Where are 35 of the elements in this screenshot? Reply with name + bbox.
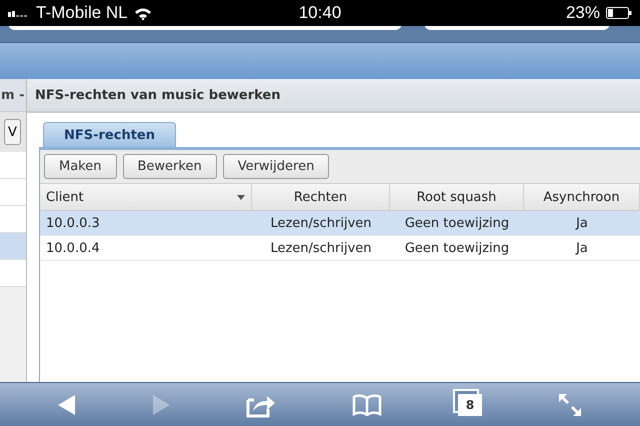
table-cell-text: Lezen/schrijven xyxy=(269,216,373,230)
table-cell-text: Geen toewijzing xyxy=(404,240,510,256)
column-header[interactable]: Root squash xyxy=(390,184,524,210)
table-row[interactable]: 10.0.0.3 Lezen/schrijven Geen toewijzing Ja xyxy=(40,211,640,236)
list-row[interactable] xyxy=(0,152,26,179)
back-icon[interactable] xyxy=(58,394,76,414)
clock: 10:40 xyxy=(298,3,342,23)
toolbar-button[interactable]: Verwijderen xyxy=(222,154,330,179)
list-row[interactable] xyxy=(0,233,26,260)
table-cell-text: 10.0.0.4 xyxy=(45,240,101,256)
window-title: m - xyxy=(1,88,24,102)
toolbar-button[interactable]: Maken xyxy=(44,154,116,179)
toolbar-button[interactable]: V xyxy=(4,119,21,145)
battery-icon xyxy=(606,7,632,19)
list-row[interactable] xyxy=(0,179,26,206)
tab[interactable]: NFS-rechten xyxy=(43,122,176,147)
table-cell-text: 10.0.0.3 xyxy=(45,216,101,230)
fullscreen-icon[interactable] xyxy=(558,392,582,416)
column-header[interactable]: Rechten xyxy=(252,184,390,210)
dialog-title: NFS-rechten van music bewerken xyxy=(35,88,281,102)
table-cell-text: Geen toewijzing xyxy=(404,216,510,230)
table-cell-text: Ja xyxy=(574,216,589,230)
battery-percentage: 23% xyxy=(566,3,600,23)
carrier-name: T-Mobile NL xyxy=(36,3,128,23)
toolbar-button[interactable]: Bewerken xyxy=(122,154,217,179)
list-row[interactable] xyxy=(0,206,26,233)
signal-icon xyxy=(8,9,30,17)
column-header[interactable]: Asynchroon xyxy=(524,184,640,210)
dropdown-icon[interactable] xyxy=(237,194,245,200)
wifi-icon xyxy=(134,6,152,20)
list-row[interactable] xyxy=(0,260,26,287)
table-cell-text: Ja xyxy=(574,240,589,256)
bookmarks-icon[interactable] xyxy=(352,394,382,416)
column-header[interactable]: Client xyxy=(40,184,252,210)
table-cell-text: Lezen/schrijven xyxy=(269,240,373,256)
